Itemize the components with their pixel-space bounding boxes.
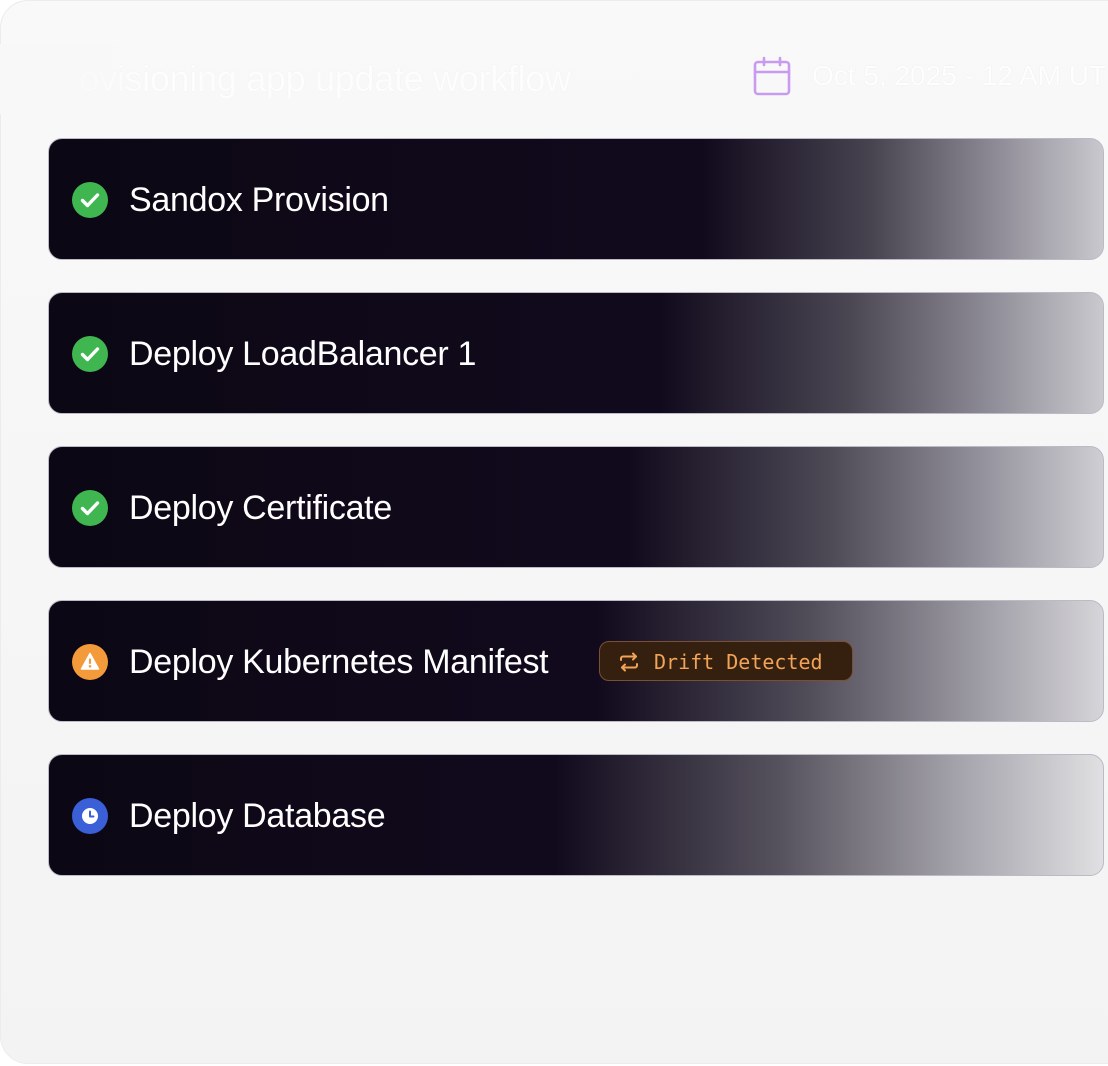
- check-circle-icon: [72, 336, 108, 372]
- check-circle-icon: [72, 490, 108, 526]
- workflow-date: Oct 5, 2025 - 12 AM UT: [812, 60, 1107, 91]
- step-deploy-database[interactable]: Deploy Database: [48, 754, 1104, 876]
- step-sandbox-provision[interactable]: Sandox Provision: [48, 138, 1104, 260]
- drift-detected-badge[interactable]: Drift Detected: [599, 641, 853, 681]
- step-label: Sandox Provision: [129, 181, 389, 219]
- step-deploy-certificate[interactable]: Deploy Certificate: [48, 446, 1104, 568]
- step-label: Deploy Certificate: [129, 489, 392, 527]
- title-fade: [0, 44, 150, 114]
- step-deploy-kubernetes-manifest[interactable]: Deploy Kubernetes Manifest Drift Detecte…: [48, 600, 1104, 722]
- check-circle-icon: [72, 182, 108, 218]
- step-label: Deploy Database: [129, 797, 386, 835]
- refresh-icon: [620, 652, 638, 672]
- warning-icon: [72, 644, 108, 680]
- workflow-header: Provisioning app update workflow Oct 5, …: [0, 44, 1108, 114]
- calendar-icon: [753, 56, 791, 96]
- step-deploy-loadbalancer[interactable]: Deploy LoadBalancer 1: [48, 292, 1104, 414]
- step-label: Deploy LoadBalancer 1: [129, 335, 477, 373]
- clock-icon: [72, 798, 108, 834]
- drift-badge-label: Drift Detected: [654, 650, 823, 674]
- step-label: Deploy Kubernetes Manifest: [129, 643, 549, 681]
